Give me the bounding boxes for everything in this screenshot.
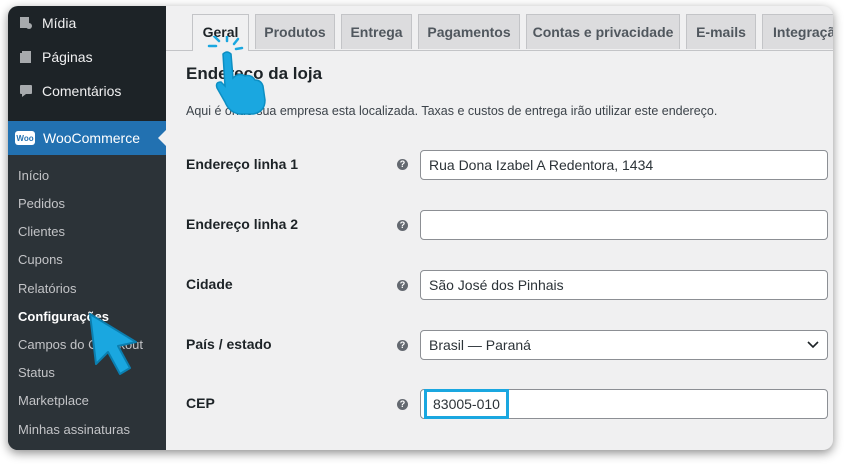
tap-hand-icon [207, 36, 266, 115]
woocommerce-submenu: Início Pedidos Clientes Cupons Relatório… [8, 155, 166, 450]
help-icon[interactable]: ? [397, 220, 408, 231]
cursor-arrow-icon [89, 313, 137, 375]
postcode-label: CEP [186, 395, 215, 411]
submenu-item-assinaturas[interactable]: Minhas assinaturas [18, 420, 130, 440]
postcode-input[interactable]: 83005-010 [420, 389, 828, 419]
tab-contas-privacidade[interactable]: Contas e privacidade [526, 14, 680, 49]
sidebar-item-label: Mídia [42, 15, 77, 31]
tab-emails[interactable]: E-mails [686, 14, 756, 49]
submenu-item-pedidos[interactable]: Pedidos [18, 194, 65, 214]
pages-icon [18, 49, 34, 65]
country-label: País / estado [186, 336, 272, 352]
sidebar-item-media[interactable]: Mídia [8, 6, 166, 40]
address1-input[interactable]: Rua Dona Izabel A Redentora, 1434 [420, 150, 828, 180]
help-icon[interactable]: ? [397, 399, 408, 410]
submenu-item-cupons[interactable]: Cupons [18, 250, 63, 270]
woocommerce-icon: Woo [15, 131, 35, 145]
sidebar-item-comments[interactable]: Comentários [8, 74, 166, 108]
comments-icon [18, 83, 34, 99]
tab-entrega[interactable]: Entrega [341, 14, 412, 49]
submenu-item-clientes[interactable]: Clientes [18, 222, 65, 242]
address2-input[interactable] [420, 210, 828, 240]
submenu-item-status[interactable]: Status [18, 363, 55, 383]
tab-pagamentos[interactable]: Pagamentos [418, 14, 520, 49]
help-icon[interactable]: ? [397, 340, 408, 351]
postcode-highlight: 83005-010 [424, 389, 509, 419]
sidebar-item-label: Páginas [42, 49, 93, 65]
help-icon[interactable]: ? [397, 280, 408, 291]
submenu-item-marketplace[interactable]: Marketplace [18, 391, 89, 411]
country-select-value: Brasil — Paraná [429, 337, 531, 353]
media-icon [18, 15, 34, 31]
sidebar-item-woocommerce[interactable]: Woo WooCommerce [8, 121, 166, 155]
current-menu-pointer [158, 130, 166, 146]
chevron-down-icon [807, 331, 819, 369]
sidebar-item-label: WooCommerce [43, 130, 140, 146]
city-label: Cidade [186, 276, 233, 292]
submenu-item-inicio[interactable]: Início [18, 166, 49, 186]
address1-label: Endereço linha 1 [186, 156, 299, 172]
submenu-item-relatorios[interactable]: Relatórios [18, 279, 77, 299]
sidebar-item-label: Comentários [42, 83, 122, 99]
city-input[interactable]: São José dos Pinhais [420, 270, 828, 300]
help-icon[interactable]: ? [397, 159, 408, 170]
sidebar-item-pages[interactable]: Páginas [8, 40, 166, 74]
country-select[interactable]: Brasil — Paraná [420, 330, 828, 360]
tab-integracao[interactable]: Integração [762, 14, 833, 49]
address2-label: Endereço linha 2 [186, 216, 299, 232]
